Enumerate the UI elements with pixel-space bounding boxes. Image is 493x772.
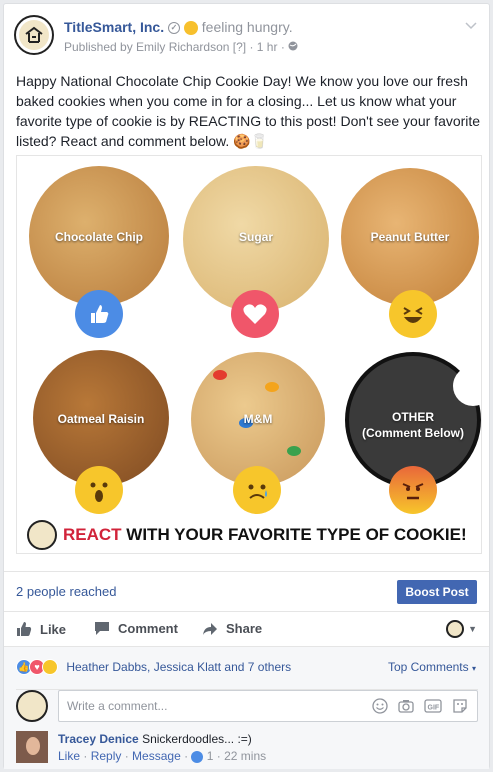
comment-bubble-icon	[95, 622, 109, 635]
post-options-chevron-icon[interactable]	[465, 19, 477, 33]
top-comments-label: Top Comments	[387, 660, 469, 674]
post-time[interactable]: 1 hr	[257, 40, 278, 54]
caret-icon: ▾	[471, 664, 476, 673]
photo-face	[26, 737, 40, 755]
page-name-link[interactable]: TitleSmart, Inc.	[64, 19, 164, 35]
commenter-photo[interactable]	[16, 731, 48, 763]
banner-react: REACT	[63, 525, 122, 544]
wow-reaction-icon	[42, 659, 58, 675]
mm-candy	[287, 446, 301, 456]
comments-area: 👍 ♥ Heather Dabbs, Jessica Klatt and 7 ot…	[4, 647, 489, 769]
meta-separator: ·	[249, 40, 254, 54]
like-icon	[75, 290, 123, 338]
comment-message-link[interactable]: Message	[132, 749, 181, 763]
comment-reply-link[interactable]: Reply	[91, 749, 122, 763]
cookie-label-chocolate-chip: Chocolate Chip	[54, 230, 143, 244]
commenter-avatar	[16, 690, 48, 722]
comment-content: Tracey Denice Snickerdoodles... :=)	[58, 732, 252, 746]
post-header: TitleSmart, Inc. ✓ feeling hungry. Publi…	[14, 15, 479, 59]
comment-item: Tracey Denice Snickerdoodles... :=) Like…	[16, 731, 476, 765]
comment-text: Snickerdoodles... :=)	[142, 732, 252, 746]
cookie-label-oatmeal-raisin: Oatmeal Raisin	[57, 412, 145, 426]
help-bracket[interactable]: [?]	[233, 40, 246, 54]
angry-icon	[389, 466, 437, 514]
comment-like-link[interactable]: Like	[58, 749, 80, 763]
comment-composer: GIF	[16, 689, 478, 723]
house-logo-icon	[19, 20, 49, 50]
banner-text: REACT WITH YOUR FAVORITE TYPE OF COOKIE!	[63, 525, 467, 545]
reach-row: 2 people reached Boost Post	[4, 571, 489, 611]
sad-icon	[233, 466, 281, 514]
post-card: TitleSmart, Inc. ✓ feeling hungry. Publi…	[3, 3, 490, 769]
thumbs-up-icon	[17, 622, 32, 636]
comment-author[interactable]: Tracey Denice	[58, 732, 139, 746]
sticker-icon[interactable]	[452, 698, 468, 717]
feeling-text: feeling hungry.	[201, 19, 293, 35]
share-arrow-icon	[203, 622, 217, 635]
globe-icon	[288, 40, 298, 54]
comment-time[interactable]: 22 mins	[224, 749, 266, 763]
people-reached[interactable]: 2 people reached	[16, 584, 116, 599]
share-button[interactable]: Share	[202, 621, 262, 636]
comment-like-count[interactable]: 1	[207, 749, 214, 763]
page-name-line: TitleSmart, Inc. ✓ feeling hungry.	[64, 19, 293, 36]
post-as-avatar	[446, 620, 465, 638]
cookie-label-other-line2: (Comment Below)	[362, 426, 464, 440]
camera-icon[interactable]	[398, 698, 414, 717]
post-as-selector[interactable]: ▼	[446, 620, 477, 638]
verified-check-icon: ✓	[168, 22, 180, 35]
banner-rest: WITH YOUR FAVORITE TYPE OF COOKIE!	[121, 525, 467, 544]
comment-label: Comment	[118, 621, 178, 636]
comment-button[interactable]: Comment	[94, 621, 178, 636]
post-body: Happy National Chocolate Chip Cookie Day…	[16, 73, 481, 149]
published-by[interactable]: Published by Emily Richardson	[64, 40, 229, 54]
mm-candy	[213, 370, 227, 380]
cookie-label-peanut-butter: Peanut Butter	[370, 230, 450, 244]
reactions-summary: 👍 ♥ Heather Dabbs, Jessica Klatt and 7 ot…	[16, 659, 476, 677]
cookie-label-sugar: Sugar	[238, 230, 273, 244]
post-image[interactable]: Chocolate Chip Sugar Peanut Butter Oatme…	[16, 155, 482, 554]
share-label: Share	[226, 621, 263, 636]
mm-candy	[265, 382, 279, 392]
like-button[interactable]: Like	[16, 621, 66, 637]
dropdown-caret-icon: ▼	[468, 624, 477, 634]
cookie-label-mm: M&M	[243, 412, 273, 426]
page-avatar[interactable]	[14, 15, 54, 55]
image-banner: REACT WITH YOUR FAVORITE TYPE OF COOKIE!	[27, 520, 477, 550]
emoji-icon[interactable]	[372, 698, 388, 717]
comment-input[interactable]	[58, 690, 478, 722]
gif-icon[interactable]: GIF	[424, 698, 442, 717]
svg-text:GIF: GIF	[428, 705, 440, 712]
meta-separator-2: ·	[280, 40, 285, 54]
love-icon	[231, 290, 279, 338]
like-label: Like	[40, 621, 67, 637]
reactor-names[interactable]: Heather Dabbs, Jessica Klatt and 7 other…	[66, 660, 291, 674]
haha-icon	[389, 290, 437, 338]
top-comments-dropdown[interactable]: Top Comments ▾	[388, 660, 476, 674]
boost-post-button[interactable]: Boost Post	[397, 580, 477, 604]
comment-actions: Like · Reply · Message · 1 · 22 mins	[58, 749, 267, 763]
comment-like-count-icon	[191, 750, 204, 763]
cookie-label-other-line1: OTHER	[392, 410, 434, 424]
post-meta: Published by Emily Richardson [?] · 1 hr…	[64, 40, 298, 54]
feeling-emoji-icon	[183, 21, 198, 36]
wow-icon	[75, 466, 123, 514]
banner-logo-icon	[27, 520, 57, 550]
action-bar: Like Comment Share ▼	[4, 611, 489, 647]
